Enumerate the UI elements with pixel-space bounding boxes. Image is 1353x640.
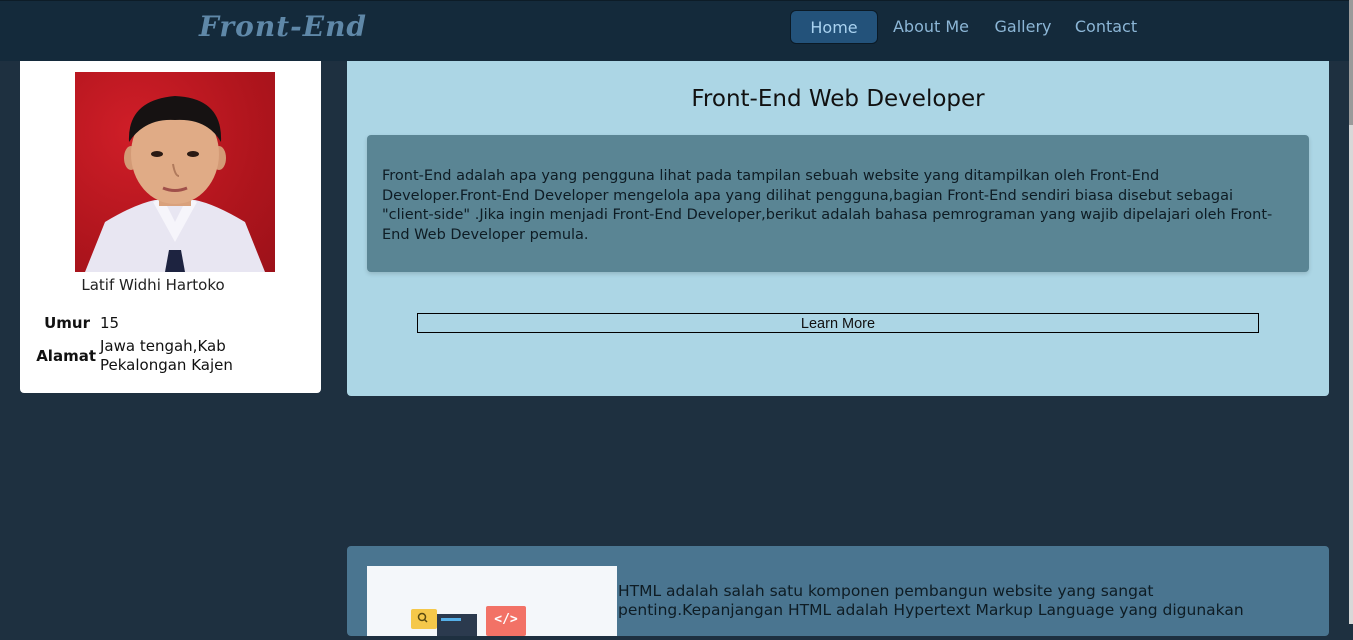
hero-section: Front-End Web Developer Front-End adalah…	[347, 61, 1329, 396]
scrollbar-thumb[interactable]	[1349, 0, 1353, 125]
nav-item-about-me[interactable]: About Me	[884, 10, 978, 44]
hero-title: Front-End Web Developer	[691, 86, 985, 112]
brand-logo[interactable]: Front-End	[199, 10, 367, 43]
address-value-line1: Jawa tengah,Kab	[100, 337, 226, 355]
learn-more-button[interactable]: Learn More	[417, 313, 1259, 333]
age-value: 15	[100, 314, 120, 332]
html-description: HTML adalah salah satu komponen pembangu…	[618, 582, 1244, 619]
hero-description: Front-End adalah apa yang pengguna lihat…	[382, 168, 1273, 243]
code-tag-icon: </>	[494, 612, 518, 627]
profile-name: Latif Widhi Hartoko	[81, 276, 225, 294]
address-label: Alamat	[36, 347, 96, 365]
top-navbar: Front-End Home About Me Gallery Contact	[0, 0, 1353, 61]
profile-card: Latif Widhi Hartoko Umur 15 Alamat Jawa …	[20, 61, 321, 393]
age-label: Umur	[44, 314, 90, 332]
nav-item-home[interactable]: Home	[790, 10, 878, 44]
nav-item-gallery[interactable]: Gallery	[988, 10, 1058, 44]
nav-item-contact[interactable]: Contact	[1068, 10, 1144, 44]
html-info-section: </> HTML adalah salah satu komponen pemb…	[347, 546, 1329, 636]
hero-description-box: Front-End adalah apa yang pengguna lihat…	[367, 135, 1309, 272]
profile-photo	[75, 72, 275, 272]
html-illustration: </>	[367, 566, 617, 636]
scrollbar[interactable]	[1349, 0, 1353, 624]
address-value-line2: Pekalongan Kajen	[100, 356, 233, 374]
